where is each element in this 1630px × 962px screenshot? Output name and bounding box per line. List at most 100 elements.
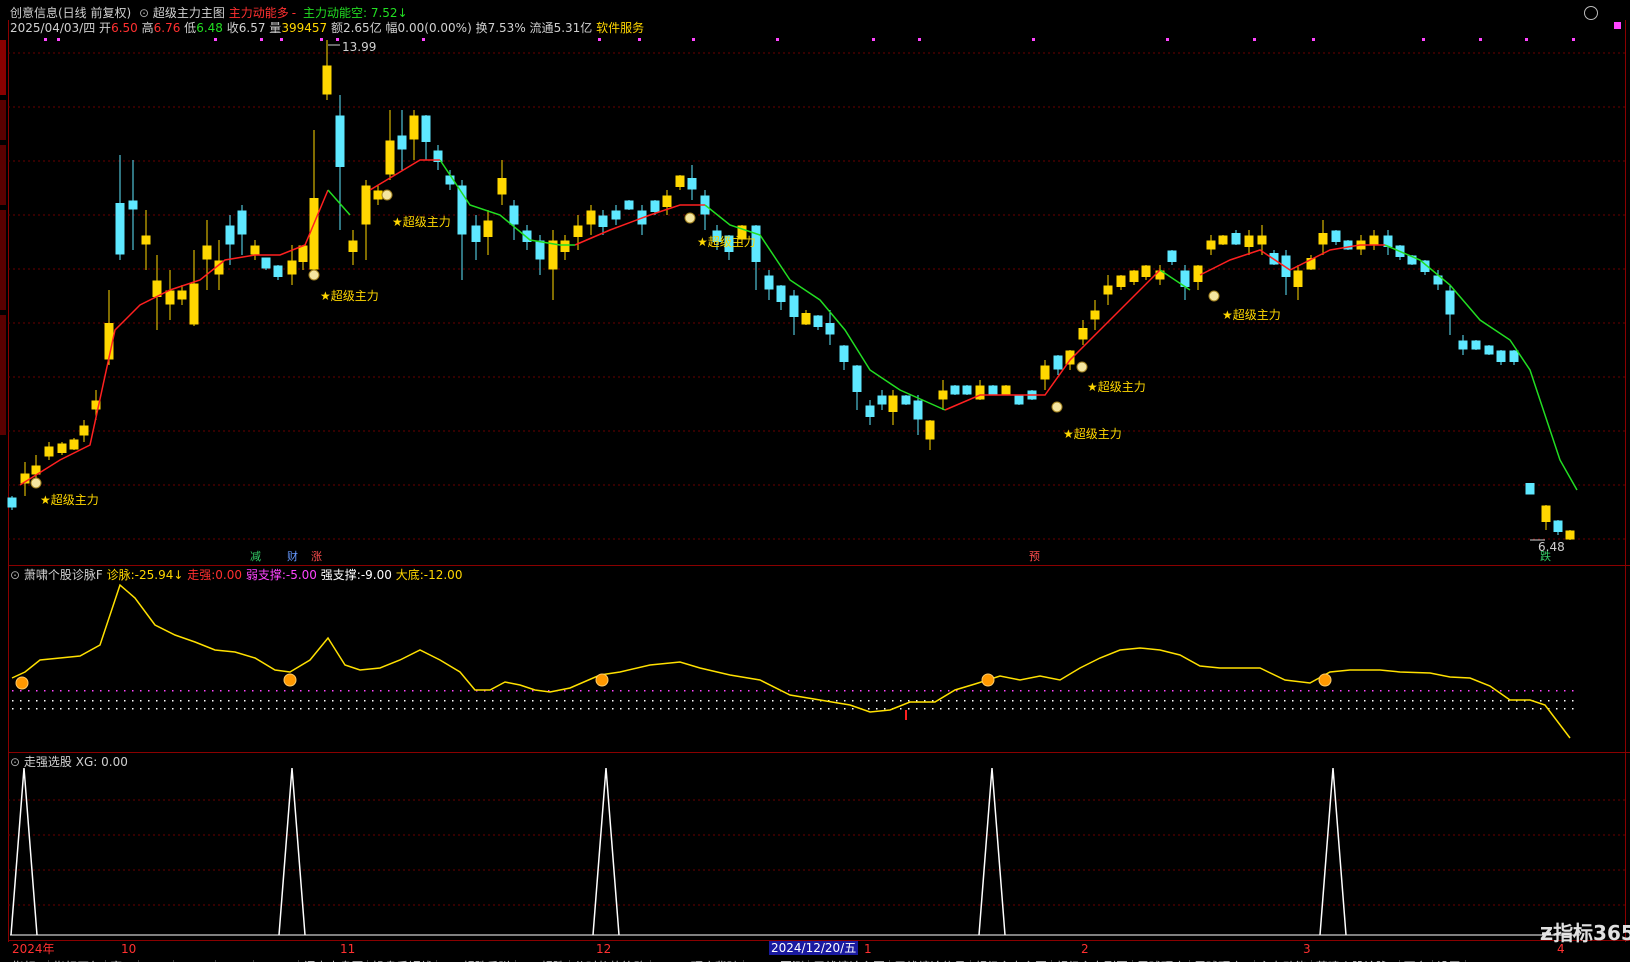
support-dot [124,708,126,710]
support-dot [636,700,638,702]
panel2-name[interactable]: 萧啸个股诊脉F [24,568,103,582]
main-chart-svg[interactable] [0,0,1630,962]
support-dot [892,700,894,702]
support-dot [1380,708,1382,710]
support-dot [772,700,774,702]
support-dot [12,700,14,702]
support-dot [428,708,430,710]
support-dot [284,700,286,702]
support-dot [1444,700,1446,702]
support-dot [772,690,774,692]
candle-body [1525,483,1535,495]
candle-body [225,225,235,245]
support-dot [1172,690,1174,692]
support-dot [940,690,942,692]
support-dot [452,700,454,702]
up-chevron-icon [283,673,297,687]
support-dot [932,708,934,710]
support-dot [84,708,86,710]
bottom-value: -12.00 [423,568,463,582]
support-dot [1500,690,1502,692]
candle-body [938,390,948,400]
support-dot [244,690,246,692]
support-dot [924,708,926,710]
support-dot [756,700,758,702]
support-dot [1412,708,1414,710]
support-dot [1380,700,1382,702]
support-dot [604,708,606,710]
support-dot [404,690,406,692]
support-dot [1060,690,1062,692]
support-dot [1468,708,1470,710]
support-dot [316,708,318,710]
support-dot [348,708,350,710]
support-dot [764,690,766,692]
support-dot [28,690,30,692]
candle-body [1293,270,1303,287]
support-dot [524,708,526,710]
support-dot [764,708,766,710]
support-dot [844,690,846,692]
event-tag[interactable]: 跌 [1538,551,1553,563]
support-dot [412,690,414,692]
support-dot [1124,708,1126,710]
support-dot [1196,700,1198,702]
candle-body [950,385,960,395]
support-dot [1260,708,1262,710]
trend-line [369,159,440,191]
event-tag[interactable]: 财 [285,551,300,563]
support-dot [68,700,70,702]
support-dot [652,708,654,710]
indicator-dropdown-icon[interactable]: ⊙ [10,755,20,769]
support-dot [852,690,854,692]
support-dot [508,700,510,702]
support-dot [716,690,718,692]
support-dot [44,690,46,692]
support-dot [1436,708,1438,710]
support-dot [724,700,726,702]
support-dot [276,690,278,692]
event-tag[interactable]: 预 [1027,551,1042,563]
support-dot [1140,708,1142,710]
support-dot [1572,690,1574,692]
support-dot [820,690,822,692]
candle-body [586,210,596,225]
candle-body [69,439,79,450]
support-dot [372,708,374,710]
support-dot [980,708,982,710]
support-dot [1196,708,1198,710]
support-dot [20,708,22,710]
candle-body [261,257,271,269]
candle-body [1318,233,1328,245]
support-dot [1396,690,1398,692]
support-dot [996,690,998,692]
support-dot [572,690,574,692]
support-dot [884,700,886,702]
support-dot [236,708,238,710]
support-dot [108,700,110,702]
support-dot [1340,708,1342,710]
support-dot [636,690,638,692]
support-dot [460,700,462,702]
support-dot [1132,708,1134,710]
support-dot [1420,708,1422,710]
event-tag[interactable]: 涨 [309,551,324,563]
support-dot [1372,700,1374,702]
support-dot [1540,708,1542,710]
support-dot [1532,708,1534,710]
signal-label: ★超级主力 [392,215,451,229]
support-dot [1316,700,1318,702]
support-dot [676,700,678,702]
support-dot [1276,708,1278,710]
diag-value: -25.94↓ [134,568,184,582]
support-dot [1516,708,1518,710]
panel3-name[interactable]: 走强选股 [24,755,72,769]
indicator-dropdown-icon[interactable]: ⊙ [10,568,20,582]
support-dot [1260,700,1262,702]
support-dot [476,700,478,702]
support-dot [988,690,990,692]
support-dot [116,708,118,710]
event-tag[interactable]: 减 [248,551,263,563]
support-dot [804,700,806,702]
support-dot [76,690,78,692]
